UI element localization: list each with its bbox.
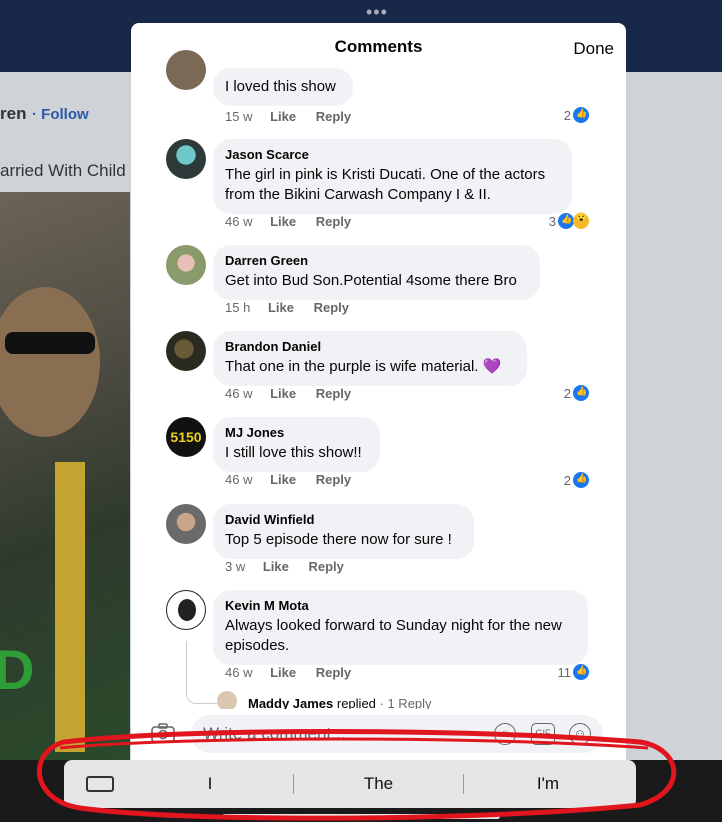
comment-text: I loved this show <box>225 78 336 95</box>
avatar[interactable] <box>166 245 206 285</box>
reaction-number: 2 <box>563 107 571 123</box>
like-reaction-icon <box>573 385 589 401</box>
reply-avatar <box>217 691 237 711</box>
video-person-glasses <box>5 332 95 354</box>
comment-time: 46 w <box>225 214 253 229</box>
reply-link[interactable]: Reply <box>316 214 351 229</box>
comment-text: Top 5 episode there now for sure ! <box>225 531 452 548</box>
comment-time: 15 h <box>225 300 251 315</box>
comment-author[interactable]: Darren Green <box>225 253 528 268</box>
comment-input-placeholder: Write a comment... <box>203 724 346 743</box>
comment-text: Always looked forward to Sunday night fo… <box>225 617 562 654</box>
comment-bubble: Kevin M Mota Always looked forward to Su… <box>213 590 588 665</box>
comment-author[interactable]: Jason Scarce <box>225 147 560 162</box>
wow-reaction-icon <box>573 213 589 229</box>
like-link[interactable]: Like <box>270 472 296 487</box>
comment-text: The girl in pink is Kristi Ducati. One o… <box>225 166 546 203</box>
avatar[interactable]: 5150 <box>166 417 206 457</box>
comment-text: Get into Bud Son.Potential 4some there B… <box>225 272 517 289</box>
comment-bubble: David Winfield Top 5 episode there now f… <box>213 504 474 559</box>
comment-time: 46 w <box>225 472 253 487</box>
done-button[interactable]: Done <box>573 39 614 59</box>
like-link[interactable]: Like <box>270 214 296 229</box>
suggestion-2[interactable]: The <box>294 760 463 808</box>
reply-link[interactable]: Reply <box>316 665 351 680</box>
comment-bubble: Darren Green Get into Bud Son.Potential … <box>213 245 540 300</box>
home-indicator <box>222 814 500 819</box>
reaction-count[interactable]: 11 <box>557 664 589 680</box>
comment-time: 3 w <box>225 559 246 574</box>
reaction-number: 11 <box>557 664 572 680</box>
follow-label: Follow <box>41 106 89 123</box>
comment-meta: 15 w Like Reply <box>225 109 367 124</box>
avatar[interactable] <box>166 50 206 90</box>
reaction-number: 2 <box>563 385 571 401</box>
like-reaction-icon <box>558 213 574 229</box>
reply-link[interactable]: Reply <box>316 386 351 401</box>
background-page-name: ren <box>0 104 27 123</box>
avatar-sticker-icon[interactable]: ☺ <box>494 723 516 745</box>
comment-bubble: Brandon Daniel That one in the purple is… <box>213 331 527 386</box>
like-link[interactable]: Like <box>270 109 296 124</box>
reaction-count[interactable]: 2 <box>564 107 589 123</box>
emoji-icon[interactable]: ☺ <box>569 723 591 745</box>
reaction-count[interactable]: 2 <box>564 385 589 401</box>
comment-meta: 46 w Like Reply <box>225 472 367 487</box>
camera-icon[interactable] <box>151 723 175 743</box>
video-overlay-letter: D <box>0 638 35 701</box>
comment-bubble: Jason Scarce The girl in pink is Kristi … <box>213 139 572 214</box>
comment-author[interactable]: David Winfield <box>225 512 462 527</box>
reaction-count[interactable]: 2 <box>564 472 589 488</box>
avatar[interactable] <box>166 590 206 630</box>
comment-meta: 3 w Like Reply <box>225 559 360 574</box>
comment-time: 46 w <box>225 665 253 680</box>
reply-link[interactable]: Reply <box>316 472 351 487</box>
gif-icon[interactable]: GIF <box>531 723 555 745</box>
like-reaction-icon <box>573 472 589 488</box>
video-person-tie <box>55 462 85 752</box>
like-reaction-icon <box>573 664 589 680</box>
video-person-head <box>0 287 100 437</box>
like-link[interactable]: Like <box>263 559 289 574</box>
comment-meta: 15 h Like Reply <box>225 300 365 315</box>
comment-time: 46 w <box>225 386 253 401</box>
background-follow-link[interactable]: · Follow <box>32 106 89 123</box>
reply-link[interactable]: Reply <box>314 300 349 315</box>
comment-author[interactable]: MJ Jones <box>225 425 368 440</box>
avatar[interactable] <box>166 139 206 179</box>
avatar[interactable] <box>166 504 206 544</box>
comment-bubble: MJ Jones I still love this show!! <box>213 417 380 472</box>
comment-bubble: I loved this show <box>213 68 353 106</box>
comment-meta: 46 w Like Reply <box>225 386 367 401</box>
comment-text: I still love this show!! <box>225 444 362 461</box>
comment-text: That one in the purple is wife material.… <box>225 358 502 375</box>
comment-author[interactable]: Brandon Daniel <box>225 339 515 354</box>
reply-link[interactable]: Reply <box>309 559 344 574</box>
background-caption: arried With Child <box>0 161 126 180</box>
like-link[interactable]: Like <box>270 665 296 680</box>
reaction-number: 3 <box>548 213 556 229</box>
like-link[interactable]: Like <box>268 300 294 315</box>
suggestion-1[interactable]: I <box>126 760 294 808</box>
comment-meta: 46 w Like Reply <box>225 214 367 229</box>
background-video: D <box>0 192 130 760</box>
reaction-number: 2 <box>563 472 571 488</box>
reply-link[interactable]: Reply <box>316 109 351 124</box>
suggestion-3[interactable]: I'm <box>464 760 632 808</box>
keyboard-suggestion-bar: I The I'm <box>64 760 636 808</box>
modal-title: Comments <box>334 37 423 56</box>
keyboard-icon[interactable] <box>86 776 114 792</box>
comment-input[interactable]: Write a comment... ☺ GIF ☺ <box>191 715 603 753</box>
comments-modal: Comments Done I loved this show 15 w Lik… <box>131 23 626 760</box>
comment-meta: 46 w Like Reply <box>225 665 367 680</box>
more-dots-icon[interactable]: ••• <box>366 2 388 23</box>
like-link[interactable]: Like <box>270 386 296 401</box>
reply-thread-line <box>186 641 217 704</box>
avatar[interactable] <box>166 331 206 371</box>
comment-composer: Write a comment... ☺ GIF ☺ <box>131 709 626 760</box>
comment-author[interactable]: Kevin M Mota <box>225 598 576 613</box>
reaction-count[interactable]: 3 <box>549 213 589 229</box>
like-reaction-icon <box>573 107 589 123</box>
comment-time: 15 w <box>225 109 253 124</box>
